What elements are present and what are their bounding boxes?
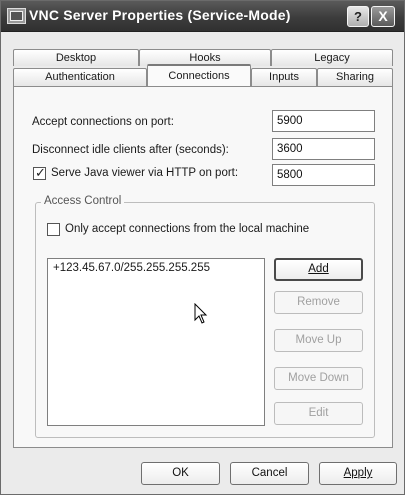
remove-label: Remove — [297, 296, 340, 308]
title-bar[interactable]: VNC Server Properties (Service-Mode) ? X — [1, 1, 404, 32]
move-up-button[interactable]: Move Up — [274, 329, 363, 352]
tab-sharing[interactable]: Sharing — [317, 68, 393, 86]
local-only-label: Only accept connections from the local m… — [65, 223, 310, 235]
help-button[interactable]: ? — [347, 6, 369, 27]
tab-legacy[interactable]: Legacy — [271, 49, 393, 66]
move-down-button[interactable]: Move Down — [274, 367, 363, 390]
close-button[interactable]: X — [371, 6, 395, 27]
http-viewer-label: Serve Java viewer via HTTP on port: — [51, 167, 239, 179]
move-up-label: Move Up — [295, 334, 342, 346]
add-label: Add — [308, 263, 329, 275]
tab-connections[interactable]: Connections — [147, 64, 251, 86]
edit-label: Edit — [308, 407, 329, 419]
list-item[interactable]: +123.45.67.0/255.255.255.255 — [53, 262, 210, 274]
add-button[interactable]: Add — [274, 258, 363, 281]
tab-inputs[interactable]: Inputs — [251, 68, 317, 86]
close-icon: X — [378, 8, 388, 24]
vnc-app-icon — [7, 8, 26, 24]
idle-timeout-field[interactable]: 3600 — [272, 138, 375, 160]
local-only-checkbox[interactable] — [47, 223, 60, 236]
access-control-title: Access Control — [41, 195, 125, 207]
vnc-properties-dialog: VNC Server Properties (Service-Mode) ? X… — [0, 0, 405, 495]
ok-button[interactable]: OK — [141, 462, 220, 485]
apply-label: Apply — [343, 467, 373, 479]
idle-timeout-label: Disconnect idle clients after (seconds): — [32, 144, 229, 156]
edit-button[interactable]: Edit — [274, 402, 363, 425]
http-viewer-checkbox[interactable]: ✓ — [33, 165, 46, 180]
apply-button[interactable]: Apply — [319, 462, 397, 485]
accept-port-field[interactable]: 5900 — [272, 110, 375, 132]
move-down-label: Move Down — [288, 372, 349, 384]
window-title: VNC Server Properties (Service-Mode) — [29, 7, 291, 23]
accept-port-label: Accept connections on port: — [32, 116, 174, 128]
check-icon: ✓ — [35, 165, 46, 180]
tab-desktop[interactable]: Desktop — [13, 49, 139, 66]
http-port-field[interactable]: 5800 — [272, 164, 375, 186]
mouse-cursor-icon — [194, 303, 208, 324]
remove-button[interactable]: Remove — [274, 291, 363, 314]
tab-authentication[interactable]: Authentication — [13, 68, 147, 86]
cancel-button[interactable]: Cancel — [230, 462, 309, 485]
access-control-list[interactable]: +123.45.67.0/255.255.255.255 — [47, 258, 265, 426]
